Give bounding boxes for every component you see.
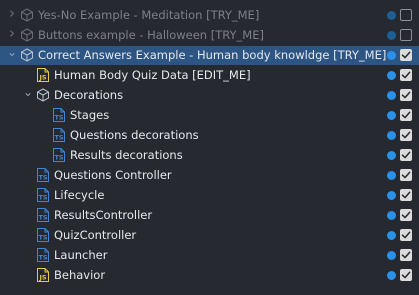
tree-row[interactable]: JS Human Body Quiz Data [EDIT_ME] — [0, 66, 419, 85]
scene-icon — [20, 28, 34, 42]
status-dot[interactable] — [387, 251, 396, 260]
status-dot[interactable] — [387, 91, 396, 100]
svg-text:TS: TS — [38, 214, 47, 222]
ts-file-icon: TS — [36, 228, 50, 242]
tree-row[interactable]: TS Questions decorations — [0, 126, 419, 145]
tree-row[interactable]: TS QuizController — [0, 226, 419, 245]
status-dot[interactable] — [387, 11, 396, 20]
tree-row[interactable]: ⌄ Decorations — [0, 86, 419, 105]
js-file-icon: JS — [36, 68, 50, 82]
svg-text:TS: TS — [38, 174, 47, 182]
enabled-checkbox[interactable] — [400, 109, 412, 121]
chevron-right-icon[interactable]: › — [6, 6, 18, 21]
svg-text:TS: TS — [38, 254, 47, 262]
ts-file-icon: TS — [52, 108, 66, 122]
enabled-checkbox[interactable] — [400, 29, 412, 41]
tree-item-label: Behavior — [54, 268, 106, 282]
tree-item-label: QuizController — [54, 228, 137, 242]
chevron-down-icon[interactable]: ⌄ — [6, 46, 18, 58]
tree-row[interactable]: ⌄ Correct Answers Example - Human body kn… — [0, 46, 419, 65]
svg-text:TS: TS — [38, 234, 47, 242]
status-dot[interactable] — [387, 131, 396, 140]
ts-file-icon: TS — [52, 148, 66, 162]
tree-row[interactable]: TS Questions Controller — [0, 166, 419, 185]
tree-row[interactable]: TS Stages — [0, 106, 419, 125]
scene-hierarchy-panel: › Yes-No Example - Meditation [TRY_ME] › Bu… — [0, 0, 419, 295]
js-file-icon: JS — [36, 268, 50, 282]
status-dot[interactable] — [387, 231, 396, 240]
enabled-checkbox[interactable] — [400, 269, 412, 281]
svg-text:TS: TS — [54, 154, 63, 162]
enabled-checkbox[interactable] — [400, 49, 412, 61]
status-dot[interactable] — [387, 51, 396, 60]
ts-file-icon: TS — [36, 208, 50, 222]
ts-file-icon: TS — [52, 128, 66, 142]
tree-row[interactable]: JS Behavior — [0, 266, 419, 285]
tree-item-label: Lifecycle — [54, 188, 105, 202]
enabled-checkbox[interactable] — [400, 149, 412, 161]
enabled-checkbox[interactable] — [400, 249, 412, 261]
tree-item-label: Buttons example - Halloween [TRY_ME] — [38, 28, 264, 42]
scene-icon — [20, 8, 34, 22]
scene-icon — [36, 88, 50, 102]
status-dot[interactable] — [387, 151, 396, 160]
enabled-checkbox[interactable] — [400, 189, 412, 201]
enabled-checkbox[interactable] — [400, 9, 412, 21]
chevron-right-icon[interactable]: › — [6, 26, 18, 41]
svg-text:TS: TS — [38, 194, 47, 202]
tree-item-label: Results decorations — [70, 148, 183, 162]
status-dot[interactable] — [387, 191, 396, 200]
enabled-checkbox[interactable] — [400, 129, 412, 141]
status-dot[interactable] — [387, 211, 396, 220]
tree-row[interactable]: TS Lifecycle — [0, 186, 419, 205]
tree-item-label: Questions Controller — [54, 168, 172, 182]
status-dot[interactable] — [387, 31, 396, 40]
enabled-checkbox[interactable] — [400, 69, 412, 81]
tree-item-label: Correct Answers Example - Human body kno… — [38, 48, 387, 62]
svg-text:JS: JS — [38, 74, 46, 82]
tree-row[interactable]: TS Results decorations — [0, 146, 419, 165]
tree-row[interactable]: › Yes-No Example - Meditation [TRY_ME] — [0, 6, 419, 25]
scene-icon — [20, 48, 34, 62]
tree-item-label: Launcher — [54, 248, 108, 262]
tree-item-label: Decorations — [54, 88, 124, 102]
enabled-checkbox[interactable] — [400, 89, 412, 101]
ts-file-icon: TS — [36, 168, 50, 182]
tree-item-label: Yes-No Example - Meditation [TRY_ME] — [38, 8, 260, 22]
tree-item-label: Stages — [70, 108, 110, 122]
svg-text:TS: TS — [54, 114, 63, 122]
tree-item-label: Questions decorations — [70, 128, 199, 142]
tree-item-label: Human Body Quiz Data [EDIT_ME] — [54, 68, 251, 82]
ts-file-icon: TS — [36, 188, 50, 202]
enabled-checkbox[interactable] — [400, 169, 412, 181]
tree-row[interactable]: › Buttons example - Halloween [TRY_ME] — [0, 26, 419, 45]
tree-row[interactable]: TS ResultsController — [0, 206, 419, 225]
chevron-down-icon[interactable]: ⌄ — [22, 86, 34, 98]
tree-row[interactable]: TS Launcher — [0, 246, 419, 265]
svg-text:JS: JS — [38, 274, 46, 282]
enabled-checkbox[interactable] — [400, 229, 412, 241]
svg-text:TS: TS — [54, 134, 63, 142]
status-dot[interactable] — [387, 271, 396, 280]
ts-file-icon: TS — [36, 248, 50, 262]
status-dot[interactable] — [387, 111, 396, 120]
tree-item-label: ResultsController — [54, 208, 153, 222]
status-dot[interactable] — [387, 71, 396, 80]
enabled-checkbox[interactable] — [400, 209, 412, 221]
status-dot[interactable] — [387, 171, 396, 180]
